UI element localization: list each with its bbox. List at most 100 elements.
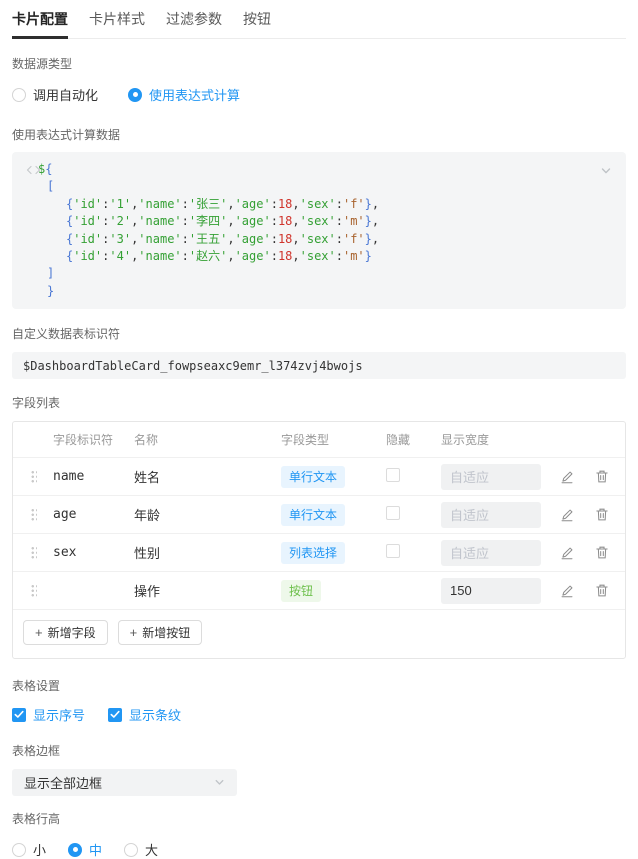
code-token: 'id' [73, 197, 102, 211]
delete-icon[interactable] [595, 507, 609, 522]
radio-label: 大 [145, 840, 158, 859]
code-token: '赵六' [189, 249, 227, 263]
field-list-table: 字段标识符名称字段类型隐藏显示宽度 name姓名单行文本自适应age年龄单行文本… [12, 421, 626, 659]
field-type-tag: 单行文本 [281, 504, 345, 526]
field-list-label: 字段列表 [12, 394, 626, 411]
field-type-tag: 列表选择 [281, 542, 345, 564]
hidden-checkbox[interactable] [386, 544, 400, 558]
width-input[interactable]: 自适应 [441, 540, 541, 566]
identifier-label: 自定义数据表标识符 [12, 325, 626, 342]
code-token: 'sex' [300, 249, 336, 263]
checkbox-show-index[interactable]: 显示序号 [12, 705, 85, 724]
radio-icon[interactable] [12, 843, 26, 857]
code-token: 'name' [138, 232, 181, 246]
code-token: '李四' [189, 214, 227, 228]
hidden-checkbox[interactable] [386, 506, 400, 520]
radio-large[interactable]: 大 [124, 840, 158, 859]
radio-checked-icon[interactable] [68, 843, 82, 857]
radio-use-expression[interactable]: 使用表达式计算 [128, 85, 240, 104]
drag-handle-icon[interactable] [30, 583, 37, 598]
add-field-button[interactable]: + 新增字段 [23, 620, 108, 645]
code-token: 'id' [73, 232, 102, 246]
expression-label: 使用表达式计算数据 [12, 126, 626, 143]
code-token: 18 [278, 214, 292, 228]
edit-icon[interactable] [560, 470, 574, 484]
drag-handle-icon[interactable] [30, 469, 37, 484]
width-input[interactable]: 自适应 [441, 502, 541, 528]
radio-small[interactable]: 小 [12, 840, 46, 859]
code-token: 18 [278, 249, 292, 263]
field-row: age年龄单行文本 自适应 [13, 496, 625, 534]
code-token: : [271, 232, 278, 246]
checkbox-checked-icon[interactable] [108, 708, 122, 722]
field-row: name姓名单行文本自适应 [13, 458, 625, 496]
expression-code: ${[{'id':'1','name':'张三','age':18,'sex':… [12, 161, 598, 300]
add-button-label: 新增按钮 [142, 624, 190, 641]
field-row: sex性别列表选择 自适应 [13, 534, 625, 572]
hidden-checkbox[interactable] [386, 468, 400, 482]
code-token: : [336, 232, 343, 246]
field-type-tag: 单行文本 [281, 466, 345, 488]
delete-icon[interactable] [595, 545, 609, 560]
width-input[interactable]: 150 [441, 578, 541, 604]
code-token: 'sex' [300, 214, 336, 228]
table-settings-label: 表格设置 [12, 677, 626, 694]
code-token: } [365, 232, 372, 246]
code-token: : [271, 214, 278, 228]
tab-card-style[interactable]: 卡片样式 [89, 9, 145, 39]
edit-icon[interactable] [560, 508, 574, 522]
code-icon [25, 163, 42, 177]
checkbox-show-stripes[interactable]: 显示条纹 [108, 705, 181, 724]
code-token: '张三' [189, 197, 227, 211]
column-header: 隐藏 [386, 431, 441, 448]
delete-icon[interactable] [595, 469, 609, 484]
border-select-value: 显示全部边框 [24, 773, 102, 792]
code-token: } [365, 214, 372, 228]
edit-icon[interactable] [560, 546, 574, 560]
edit-icon[interactable] [560, 584, 574, 598]
radio-icon[interactable] [12, 88, 26, 102]
code-token: : [182, 197, 189, 211]
field-row: 操作按钮150 [13, 572, 625, 610]
expression-editor[interactable]: ${[{'id':'1','name':'张三','age':18,'sex':… [12, 152, 626, 309]
card-config-panel: 卡片配置卡片样式过滤参数按钮 数据源类型 调用自动化使用表达式计算 使用表达式计… [0, 0, 638, 859]
code-token: : [182, 214, 189, 228]
code-token: 'f' [343, 197, 365, 211]
field-identifier: age [53, 507, 134, 522]
tab-buttons[interactable]: 按钮 [243, 9, 271, 39]
radio-medium[interactable]: 中 [68, 840, 102, 859]
drag-handle-icon[interactable] [30, 507, 37, 522]
code-token: , [227, 249, 234, 263]
data-source-radio-group: 调用自动化 使用表达式计算 [12, 85, 626, 104]
field-name: 性别 [134, 543, 281, 562]
radio-label: 小 [33, 840, 46, 859]
radio-call-automation[interactable]: 调用自动化 [12, 85, 98, 104]
field-table-header: 字段标识符名称字段类型隐藏显示宽度 [13, 422, 625, 458]
code-token: : [271, 249, 278, 263]
field-identifier: name [53, 469, 134, 484]
code-token: 'f' [343, 232, 365, 246]
drag-handle-icon[interactable] [30, 545, 37, 560]
delete-icon[interactable] [595, 583, 609, 598]
radio-label: 调用自动化 [33, 85, 98, 104]
code-token: 'age' [235, 232, 271, 246]
code-token: '王五' [189, 232, 227, 246]
code-token: 18 [278, 197, 292, 211]
code-token: : [182, 249, 189, 263]
radio-icon[interactable] [124, 843, 138, 857]
chevron-down-icon[interactable] [598, 163, 614, 179]
tab-card-config[interactable]: 卡片配置 [12, 9, 68, 39]
field-name: 年龄 [134, 505, 281, 524]
tabbar: 卡片配置卡片样式过滤参数按钮 [12, 0, 626, 39]
code-token: { [45, 162, 52, 176]
add-button-button[interactable]: + 新增按钮 [118, 620, 203, 645]
border-select[interactable]: 显示全部边框 [12, 769, 237, 796]
tab-filter-params[interactable]: 过滤参数 [166, 9, 222, 39]
code-token: , [227, 232, 234, 246]
code-token: , [292, 232, 299, 246]
width-input[interactable]: 自适应 [441, 464, 541, 490]
radio-checked-icon[interactable] [128, 88, 142, 102]
field-identifier: sex [53, 545, 134, 560]
identifier-input[interactable]: $DashboardTableCard_fowpseaxc9emr_l374zv… [12, 352, 626, 379]
checkbox-checked-icon[interactable] [12, 708, 26, 722]
